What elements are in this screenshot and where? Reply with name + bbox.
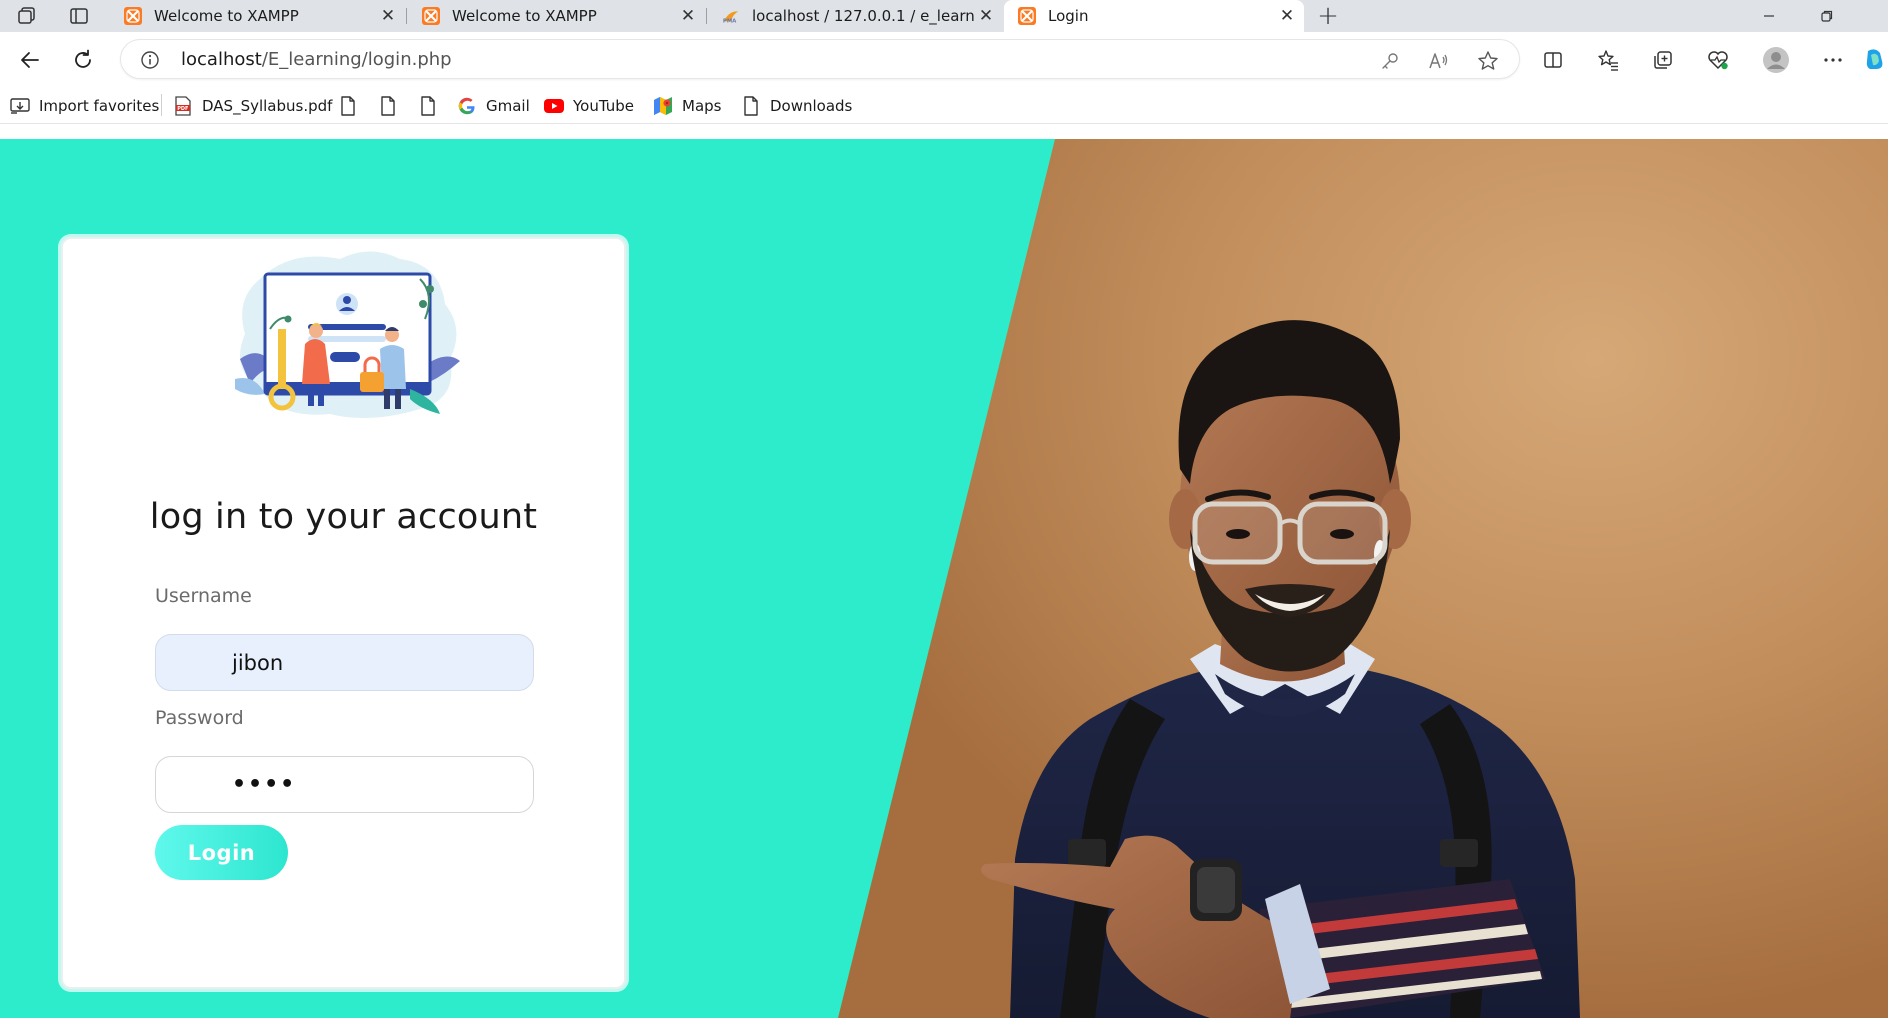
bookmark-das-syllabus[interactable]: PDF DAS_Syllabus.pdf	[173, 94, 332, 118]
page-icon	[741, 96, 761, 116]
tab-strip: Welcome to XAMPP ✕ Welcome to XAMPP ✕ PM…	[0, 0, 1888, 32]
tab-xampp-2[interactable]: Welcome to XAMPP ✕	[408, 0, 705, 32]
more-dots-icon	[1824, 58, 1842, 62]
xampp-icon	[124, 7, 142, 25]
svg-text:PDF: PDF	[177, 106, 188, 112]
bookmark-label: YouTube	[573, 97, 634, 115]
tab-divider	[706, 8, 707, 24]
copilot-button[interactable]	[1862, 42, 1888, 78]
bookmark-label: Downloads	[770, 97, 853, 115]
url-text[interactable]: localhost/E_learning/login.php	[181, 49, 452, 70]
url-path: /E_learning/login.php	[261, 49, 452, 70]
tab-login[interactable]: Login ✕	[1004, 0, 1304, 32]
pdf-icon: PDF	[173, 96, 193, 116]
google-icon	[457, 96, 477, 116]
tab-actions-icon	[70, 8, 88, 24]
close-tab-icon[interactable]: ✕	[975, 5, 997, 27]
username-input[interactable]: jibon	[155, 634, 534, 691]
tab-divider	[406, 8, 407, 24]
address-bar[interactable]: localhost/E_learning/login.php	[120, 39, 1520, 79]
bookmark-page-3[interactable]	[418, 94, 447, 118]
page-icon	[338, 96, 358, 116]
svg-text:PMA: PMA	[723, 18, 737, 24]
page-icon	[418, 96, 438, 116]
bookmark-import-favorites[interactable]: Import favorites	[10, 94, 159, 118]
copilot-icon	[1866, 49, 1883, 69]
read-aloud-icon	[1429, 53, 1448, 69]
login-illustration	[235, 251, 460, 418]
back-arrow-icon	[21, 52, 39, 68]
username-label: Username	[155, 585, 252, 607]
favorite-star-button[interactable]	[1475, 48, 1501, 74]
password-key-button[interactable]	[1377, 48, 1403, 74]
bookmark-page-2[interactable]	[378, 94, 407, 118]
collections-icon	[1654, 51, 1672, 69]
workspaces-icon	[18, 7, 35, 24]
tab-title: Login	[1048, 7, 1089, 25]
password-label: Password	[155, 707, 244, 729]
plus-icon: +	[1317, 1, 1339, 31]
maps-icon	[653, 96, 673, 116]
close-tab-icon[interactable]: ✕	[677, 5, 699, 27]
bookmark-maps[interactable]: Maps	[653, 94, 721, 118]
site-info-icon[interactable]	[139, 49, 161, 71]
read-aloud-button[interactable]	[1426, 48, 1452, 74]
login-card: log in to your account Username jibon Pa…	[61, 237, 626, 989]
favorites-list-icon	[1598, 50, 1618, 71]
login-button[interactable]: Login	[155, 825, 288, 880]
login-page: log in to your account Username jibon Pa…	[0, 139, 1888, 1018]
bookmark-label: Gmail	[486, 97, 530, 115]
avatar-icon	[1763, 47, 1789, 73]
bookmark-downloads[interactable]: Downloads	[741, 94, 852, 118]
bookmark-label: Import favorites	[39, 97, 160, 115]
refresh-button[interactable]	[65, 42, 101, 78]
tab-title: Welcome to XAMPP	[154, 7, 299, 25]
minimize-button[interactable]	[1746, 0, 1792, 32]
refresh-icon	[75, 49, 91, 68]
bookmark-page-1[interactable]	[338, 94, 367, 118]
split-screen-button[interactable]	[1535, 42, 1571, 78]
tab-xampp-1[interactable]: Welcome to XAMPP ✕	[110, 0, 405, 32]
favorites-button[interactable]	[1590, 42, 1626, 78]
restore-button[interactable]	[1804, 0, 1850, 32]
xampp-icon	[1018, 7, 1036, 25]
collections-button[interactable]	[1645, 42, 1681, 78]
restore-icon	[1821, 10, 1833, 22]
browser-essentials-button[interactable]	[1700, 42, 1736, 78]
bookmark-youtube[interactable]: YouTube	[544, 94, 634, 118]
split-screen-icon	[1544, 52, 1562, 68]
xampp-icon	[422, 7, 440, 25]
phpmyadmin-icon: PMA	[722, 7, 740, 25]
browser-toolbar: localhost/E_learning/login.php	[0, 32, 1888, 88]
page-icon	[378, 96, 398, 116]
new-tab-button[interactable]: +	[1313, 3, 1343, 29]
workspaces-button[interactable]	[12, 3, 42, 29]
tab-title: Welcome to XAMPP	[452, 7, 597, 25]
import-icon	[10, 96, 30, 116]
bookmark-label: DAS_Syllabus.pdf	[202, 97, 333, 115]
tab-actions-button[interactable]	[64, 3, 94, 29]
youtube-icon	[544, 96, 564, 116]
tab-title: localhost / 127.0.0.1 / e_learning	[752, 7, 975, 25]
bookmark-gmail[interactable]: Gmail	[457, 94, 530, 118]
close-tab-icon[interactable]: ✕	[377, 5, 399, 27]
back-button[interactable]	[12, 42, 48, 78]
bookmarks-divider	[161, 94, 162, 116]
close-tab-icon[interactable]: ✕	[1276, 5, 1298, 27]
password-input[interactable]: ••••	[155, 756, 534, 813]
heartbeat-icon	[1708, 51, 1728, 70]
login-heading: log in to your account	[149, 497, 538, 537]
key-icon	[1382, 53, 1398, 69]
more-menu-button[interactable]	[1815, 42, 1851, 78]
tab-phpmyadmin[interactable]: PMA localhost / 127.0.0.1 / e_learning ✕	[708, 0, 1003, 32]
minimize-icon	[1764, 15, 1774, 17]
bookmark-label: Maps	[682, 97, 722, 115]
url-host: localhost	[181, 49, 262, 70]
star-icon	[1478, 51, 1498, 70]
profile-button[interactable]	[1758, 42, 1794, 78]
